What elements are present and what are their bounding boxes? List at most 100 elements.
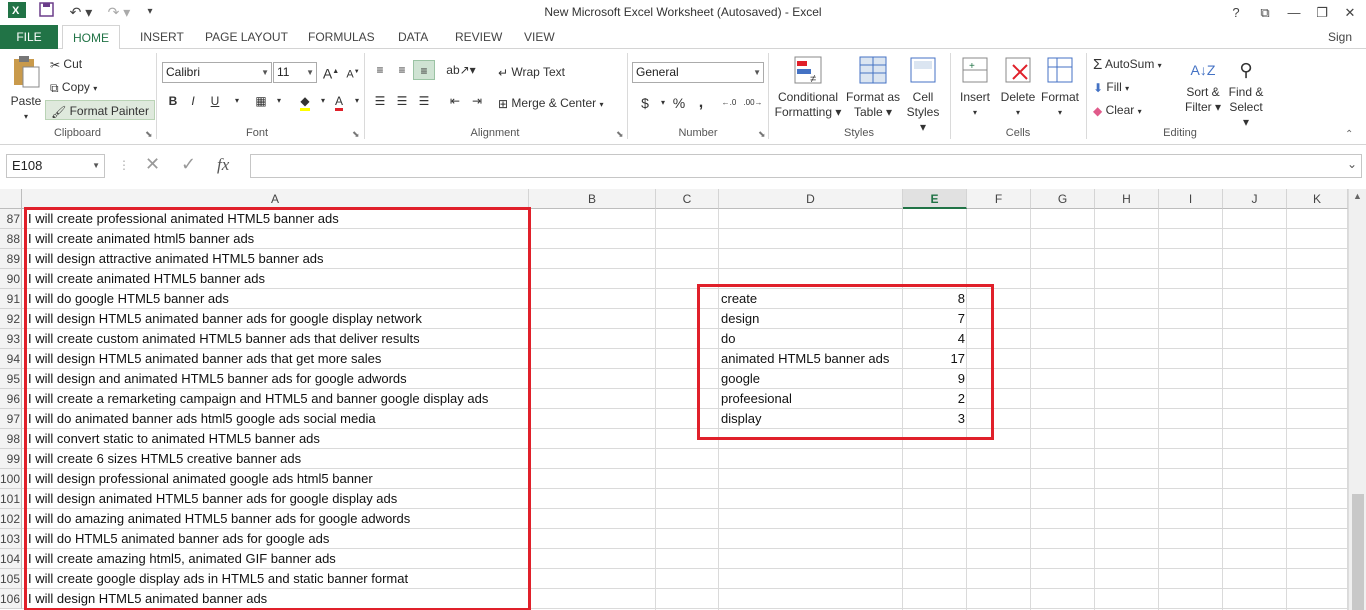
- row-header[interactable]: 99: [0, 449, 22, 469]
- minimize-icon[interactable]: —: [1280, 3, 1308, 23]
- align-middle-icon[interactable]: ≡: [391, 60, 413, 80]
- close-icon[interactable]: ✕: [1336, 3, 1364, 23]
- conditional-formatting-button[interactable]: ≠ Conditional Formatting ▾: [773, 55, 843, 125]
- row-header[interactable]: 102: [0, 509, 22, 529]
- collapse-ribbon-icon[interactable]: ⌃: [1345, 129, 1353, 140]
- cell-styles-button[interactable]: Cell Styles ▾: [903, 55, 943, 134]
- cut-button[interactable]: ✂ Cut: [50, 54, 82, 74]
- row-header[interactable]: 94: [0, 349, 22, 369]
- column-header-c[interactable]: C: [656, 189, 719, 209]
- column-header-e[interactable]: E: [903, 189, 967, 209]
- delete-dropdown-icon[interactable]: ▾: [997, 105, 1039, 120]
- name-box[interactable]: E108 ▼: [6, 154, 105, 178]
- row-header[interactable]: 93: [0, 329, 22, 349]
- column-header-a[interactable]: A: [22, 189, 529, 209]
- align-right-icon[interactable]: ☰: [413, 91, 435, 111]
- ribbon-display-icon[interactable]: ⧉: [1251, 3, 1279, 23]
- row-header[interactable]: 105: [0, 569, 22, 589]
- column-header-k[interactable]: K: [1287, 189, 1348, 209]
- tab-review[interactable]: REVIEW: [445, 25, 512, 49]
- decrease-decimal-icon[interactable]: .00→: [742, 93, 764, 113]
- format-painter-button[interactable]: 🖌 Format Painter: [45, 100, 155, 120]
- underline-dropdown-icon[interactable]: ▾: [226, 91, 248, 111]
- tab-home[interactable]: HOME: [62, 25, 120, 50]
- grow-font-icon[interactable]: A▲: [320, 62, 342, 82]
- align-top-icon[interactable]: ≡: [369, 60, 391, 80]
- row-header[interactable]: 87: [0, 209, 22, 229]
- scroll-thumb[interactable]: [1352, 494, 1364, 610]
- tab-view[interactable]: VIEW: [514, 25, 565, 49]
- format-as-table-button[interactable]: Format as Table ▾: [845, 55, 901, 125]
- align-bottom-icon[interactable]: ≡: [413, 60, 435, 80]
- tab-file[interactable]: FILE: [0, 25, 58, 49]
- row-header[interactable]: 95: [0, 369, 22, 389]
- merge-center-button[interactable]: ⊞ Merge & Center ▾: [498, 93, 603, 113]
- delete-cells-button[interactable]: Delete ▾: [997, 55, 1039, 125]
- column-header-h[interactable]: H: [1095, 189, 1159, 209]
- tab-page-layout[interactable]: PAGE LAYOUT: [195, 25, 298, 49]
- number-launcher-icon[interactable]: ⬊: [758, 129, 766, 140]
- row-header[interactable]: 96: [0, 389, 22, 409]
- row-header[interactable]: 89: [0, 249, 22, 269]
- column-header-g[interactable]: G: [1031, 189, 1095, 209]
- row-header[interactable]: 101: [0, 489, 22, 509]
- expand-formula-icon[interactable]: ⌄: [1347, 157, 1357, 171]
- borders-dropdown-icon[interactable]: ▾: [268, 91, 290, 111]
- column-header-d[interactable]: D: [719, 189, 903, 209]
- orientation-icon[interactable]: ab↗▾: [446, 60, 476, 80]
- tab-data[interactable]: DATA: [388, 25, 438, 49]
- column-header-f[interactable]: F: [967, 189, 1031, 209]
- help-icon[interactable]: ?: [1222, 3, 1250, 23]
- sign-in-link[interactable]: Sign in: [1318, 25, 1366, 68]
- sort-filter-button[interactable]: A↓Z Sort & Filter ▾: [1183, 55, 1223, 125]
- paste-button[interactable]: Paste ▾: [8, 55, 44, 125]
- underline-button[interactable]: U: [204, 91, 226, 111]
- paste-dropdown-icon[interactable]: ▾: [8, 109, 44, 124]
- formula-input[interactable]: ⌄: [250, 154, 1362, 178]
- restore-icon[interactable]: ❐: [1308, 3, 1336, 23]
- find-select-button[interactable]: ⚲ Find & Select ▾: [1225, 55, 1267, 129]
- column-header-j[interactable]: J: [1223, 189, 1287, 209]
- format-cells-button[interactable]: Format ▾: [1039, 55, 1081, 125]
- percent-button[interactable]: %: [668, 93, 690, 113]
- wrap-text-button[interactable]: ↵ Wrap Text: [498, 62, 565, 82]
- enter-icon[interactable]: ✓: [181, 154, 196, 175]
- number-format-select[interactable]: General ▼: [632, 62, 764, 83]
- scroll-up-icon[interactable]: ▲: [1349, 191, 1366, 205]
- row-header[interactable]: 106: [0, 589, 22, 609]
- increase-decimal-icon[interactable]: ←.0: [718, 93, 740, 113]
- row-header[interactable]: 91: [0, 289, 22, 309]
- comma-button[interactable]: ,: [690, 93, 712, 113]
- insert-dropdown-icon[interactable]: ▾: [955, 105, 995, 120]
- copy-button[interactable]: ⧉ Copy ▾: [50, 77, 97, 97]
- row-header[interactable]: 90: [0, 269, 22, 289]
- increase-indent-icon[interactable]: ⇥: [466, 91, 488, 111]
- align-left-icon[interactable]: ☰: [369, 91, 391, 111]
- column-header-b[interactable]: B: [529, 189, 656, 209]
- worksheet-grid[interactable]: ABCDEFGHIJK 87 I will create professional…: [0, 189, 1366, 610]
- tab-formulas[interactable]: FORMULAS: [298, 25, 385, 49]
- fill-button[interactable]: ⬇ Fill ▾: [1093, 77, 1129, 97]
- decrease-indent-icon[interactable]: ⇤: [444, 91, 466, 111]
- select-all-corner[interactable]: [0, 189, 22, 209]
- bold-button[interactable]: B: [162, 91, 184, 111]
- font-launcher-icon[interactable]: ⬊: [352, 129, 360, 140]
- row-header[interactable]: 97: [0, 409, 22, 429]
- format-dropdown-icon[interactable]: ▾: [1039, 105, 1081, 120]
- row-header[interactable]: 103: [0, 529, 22, 549]
- clear-button[interactable]: ◆ Clear ▾: [1093, 100, 1142, 120]
- alignment-launcher-icon[interactable]: ⬊: [616, 129, 624, 140]
- vertical-scrollbar[interactable]: ▲: [1348, 189, 1366, 610]
- row-header[interactable]: 100: [0, 469, 22, 489]
- row-header[interactable]: 104: [0, 549, 22, 569]
- tab-insert[interactable]: INSERT: [130, 25, 194, 49]
- row-header[interactable]: 98: [0, 429, 22, 449]
- column-header-i[interactable]: I: [1159, 189, 1223, 209]
- chevron-down-icon[interactable]: ▼: [92, 155, 100, 177]
- row-header[interactable]: 88: [0, 229, 22, 249]
- autosum-button[interactable]: Σ AutoSum ▾: [1093, 54, 1162, 74]
- row-header[interactable]: 92: [0, 309, 22, 329]
- italic-button[interactable]: I: [182, 91, 204, 111]
- cancel-icon[interactable]: ✕: [145, 154, 160, 175]
- shrink-font-icon[interactable]: A▼: [342, 62, 364, 82]
